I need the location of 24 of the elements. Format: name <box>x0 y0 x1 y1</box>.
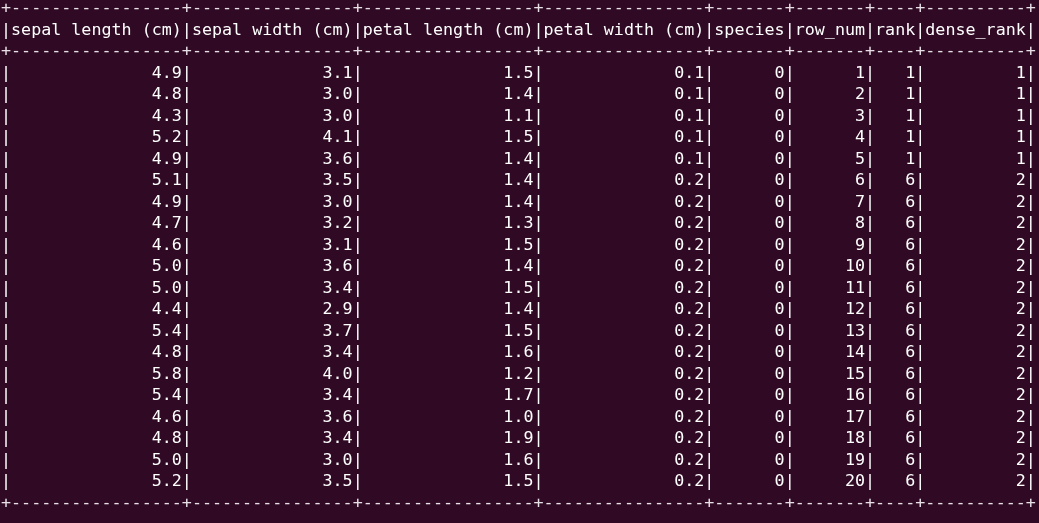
table-row: | 5.2| 3.5| 1.5| 0.2| 0| 20| 6| 2| <box>1 470 1036 492</box>
table-row: | 4.3| 3.0| 1.1| 0.1| 0| 3| 1| 1| <box>1 104 1036 126</box>
table-row: | 4.8| 3.4| 1.9| 0.2| 0| 18| 6| 2| <box>1 427 1036 449</box>
table-row: | 4.8| 3.0| 1.4| 0.1| 0| 2| 1| 1| <box>1 83 1036 105</box>
table-border: +-----------------+----------------+-----------------+----------------+-------+-------+----+----------+ <box>1 491 1036 513</box>
table-border: +-----------------+----------------+-----------------+----------------+-------+-------+----+----------+ <box>1 40 1036 62</box>
table-row: | 4.7| 3.2| 1.3| 0.2| 0| 8| 6| 2| <box>1 212 1036 234</box>
table-header: |sepal length (cm)|sepal width (cm)|petal length (cm)|petal width (cm)|species|row_num|rank|dense_rank| <box>1 18 1036 40</box>
table-row: | 4.8| 3.4| 1.6| 0.2| 0| 14| 6| 2| <box>1 341 1036 363</box>
table-row: | 4.6| 3.1| 1.5| 0.2| 0| 9| 6| 2| <box>1 233 1036 255</box>
table-row: | 5.4| 3.7| 1.5| 0.2| 0| 13| 6| 2| <box>1 319 1036 341</box>
table-row: | 4.6| 3.6| 1.0| 0.2| 0| 17| 6| 2| <box>1 405 1036 427</box>
table-row: | 5.2| 4.1| 1.5| 0.1| 0| 4| 1| 1| <box>1 126 1036 148</box>
table-border: +-----------------+----------------+-----------------+----------------+-------+-------+----+----------+ <box>1 0 1036 19</box>
table-row: | 5.0| 3.6| 1.4| 0.2| 0| 10| 6| 2| <box>1 255 1036 277</box>
table-row: | 4.9| 3.0| 1.4| 0.2| 0| 7| 6| 2| <box>1 190 1036 212</box>
table-row: | 4.9| 3.1| 1.5| 0.1| 0| 1| 1| 1| <box>1 61 1036 83</box>
table-row: | 5.1| 3.5| 1.4| 0.2| 0| 6| 6| 2| <box>1 169 1036 191</box>
table-row: | 4.4| 2.9| 1.4| 0.2| 0| 12| 6| 2| <box>1 298 1036 320</box>
table-row: | 5.8| 4.0| 1.2| 0.2| 0| 15| 6| 2| <box>1 362 1036 384</box>
table-row: | 5.0| 3.4| 1.5| 0.2| 0| 11| 6| 2| <box>1 276 1036 298</box>
table-row: | 5.0| 3.0| 1.6| 0.2| 0| 19| 6| 2| <box>1 448 1036 470</box>
table-row: | 4.9| 3.6| 1.4| 0.1| 0| 5| 1| 1| <box>1 147 1036 169</box>
table-row: | 5.4| 3.4| 1.7| 0.2| 0| 16| 6| 2| <box>1 384 1036 406</box>
